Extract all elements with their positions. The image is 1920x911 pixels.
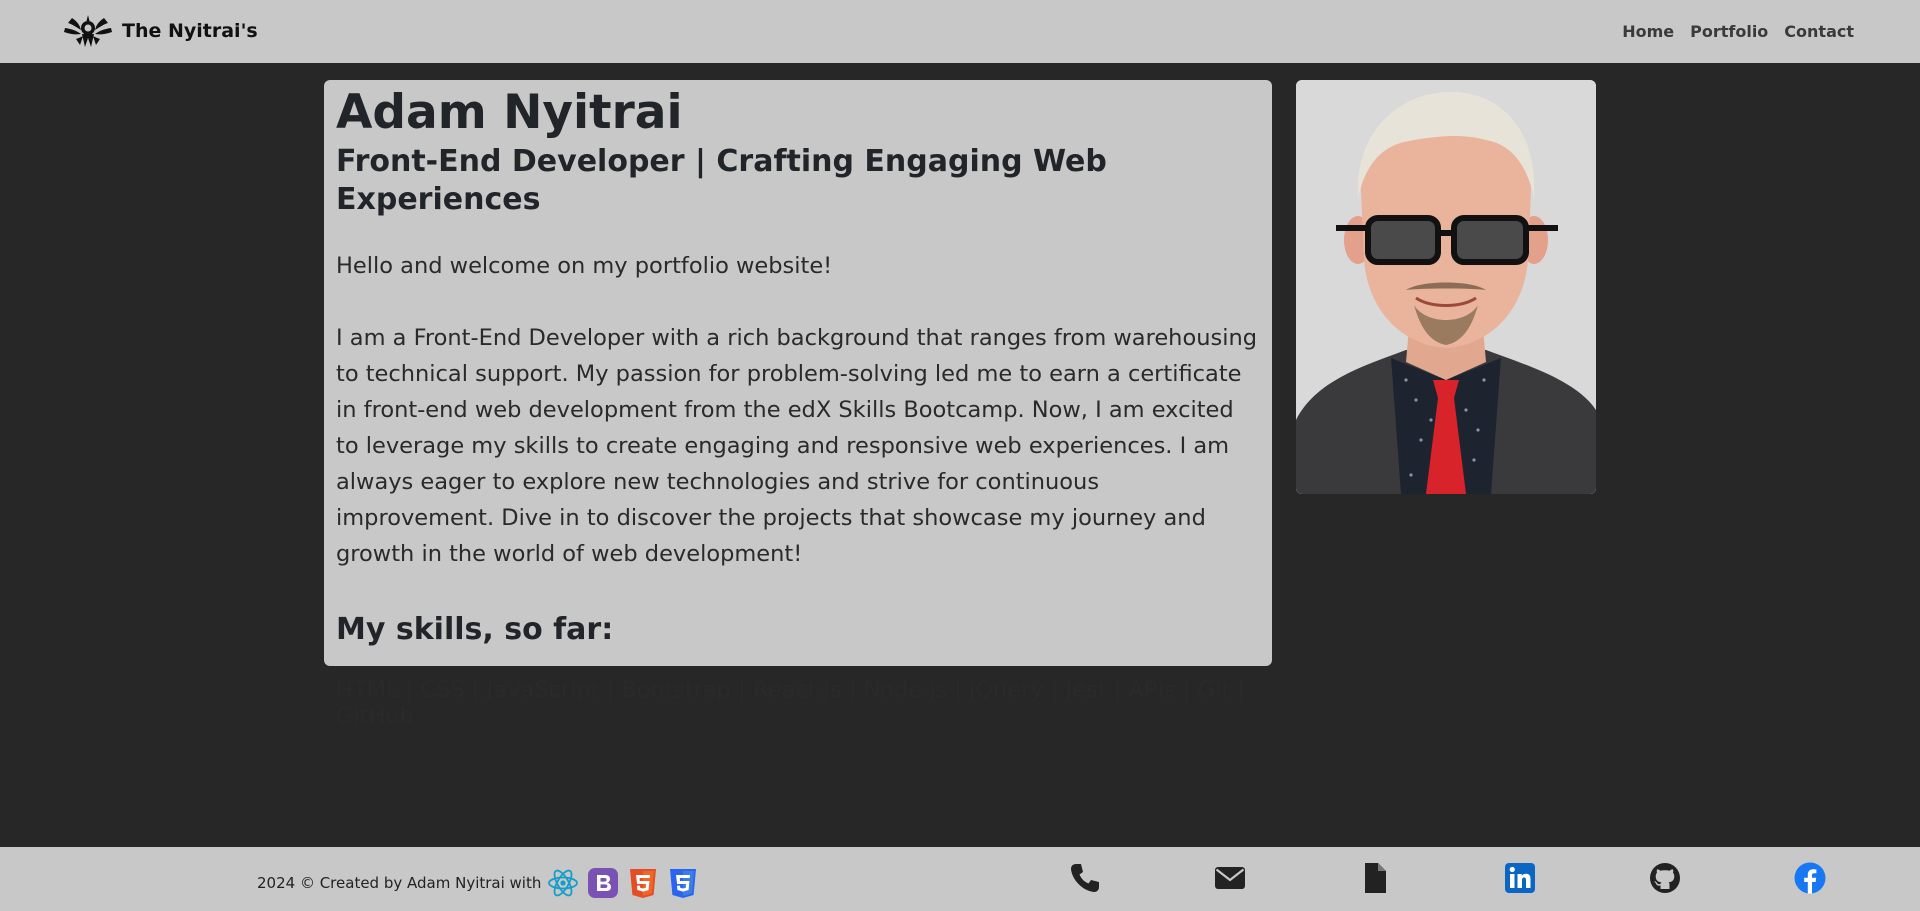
profile-subtitle: Front-End Developer | Crafting Engaging … bbox=[336, 144, 1107, 217]
brand-logo-icon bbox=[64, 15, 112, 47]
profile-name: Adam Nyitrai bbox=[336, 85, 683, 140]
bootstrap-icon bbox=[588, 868, 619, 898]
intro-card: Adam Nyitrai Front-End Developer | Craft… bbox=[324, 80, 1272, 729]
envelope-icon[interactable] bbox=[1213, 861, 1247, 895]
footer-credit: 2024 © Created by Adam Nyitrai with bbox=[257, 867, 699, 899]
tech-icons bbox=[547, 867, 699, 899]
navbar: The Nyitrai's Home Portfolio Contact bbox=[0, 0, 1920, 63]
nav-links: Home Portfolio Contact bbox=[1622, 22, 1854, 41]
nav-portfolio-link[interactable]: Portfolio bbox=[1690, 22, 1768, 41]
phone-icon[interactable] bbox=[1068, 861, 1102, 895]
linkedin-icon[interactable] bbox=[1503, 861, 1537, 895]
greeting-text: Hello and welcome on my portfolio websit… bbox=[336, 253, 833, 280]
skills-heading: My skills, so far: bbox=[336, 612, 614, 648]
brand-name: The Nyitrai's bbox=[122, 20, 258, 42]
github-icon[interactable] bbox=[1648, 861, 1682, 895]
css3-icon bbox=[670, 869, 697, 898]
profile-photo bbox=[1296, 80, 1596, 494]
react-icon bbox=[548, 869, 579, 897]
html5-icon bbox=[630, 869, 657, 898]
brand-link[interactable]: The Nyitrai's bbox=[62, 12, 258, 50]
bio-text: I am a Front-End Developer with a rich b… bbox=[336, 325, 1257, 568]
contact-links bbox=[1068, 861, 1827, 895]
document-icon[interactable] bbox=[1358, 861, 1392, 895]
footer: 2024 © Created by Adam Nyitrai with bbox=[0, 847, 1920, 911]
portrait-illustration bbox=[1296, 80, 1596, 494]
nav-contact-link[interactable]: Contact bbox=[1784, 22, 1854, 41]
credit-text: 2024 © Created by Adam Nyitrai with bbox=[257, 874, 542, 892]
skills-list: HTML | CSS | JavaScript | Bootstrap | Re… bbox=[336, 677, 1245, 730]
nav-home-link[interactable]: Home bbox=[1622, 22, 1674, 41]
facebook-icon[interactable] bbox=[1793, 861, 1827, 895]
